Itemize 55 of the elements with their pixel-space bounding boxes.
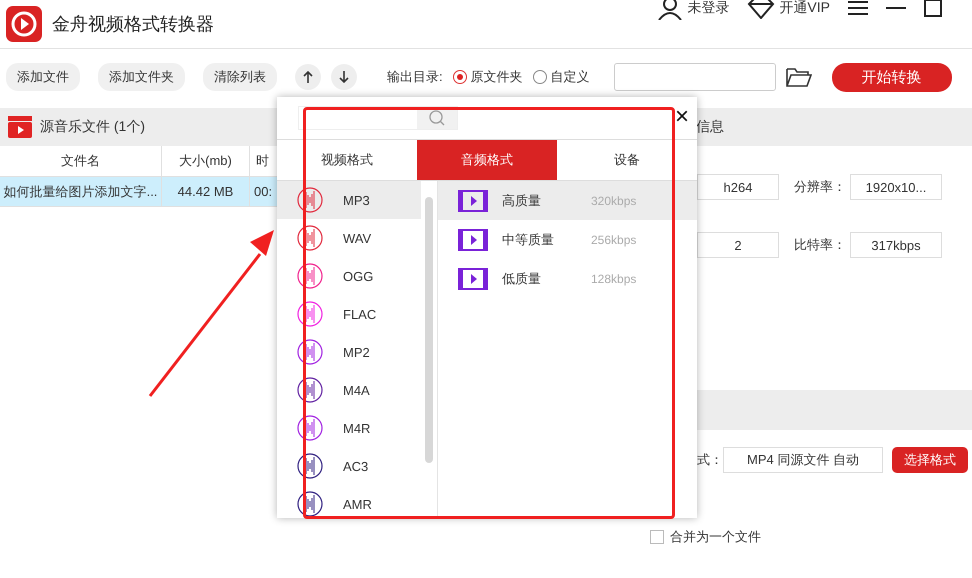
login-link[interactable]: 未登录 xyxy=(687,0,730,17)
format-tab[interactable]: 音频格式 xyxy=(417,140,557,180)
field-label: 比特率： xyxy=(794,236,846,254)
quality-item[interactable]: 高质量 320kbps xyxy=(438,181,697,220)
scrollbar[interactable] xyxy=(425,197,433,463)
start-button[interactable]: 开始转换 xyxy=(832,62,952,92)
radio-label: 自定义 xyxy=(550,68,590,86)
move-down-button[interactable] xyxy=(331,64,357,90)
info-field: 1920x10... xyxy=(850,174,942,200)
quality-name: 高质量 xyxy=(502,192,542,210)
vip-link[interactable]: 开通VIP xyxy=(779,0,830,17)
search-icon[interactable] xyxy=(429,110,445,126)
toolbar-button[interactable]: 添加文件 xyxy=(6,63,80,91)
choose-format-button[interactable]: 选择格式 xyxy=(892,447,968,473)
menu-icon[interactable] xyxy=(848,0,868,16)
move-up-button[interactable] xyxy=(295,64,321,90)
folder-icon[interactable] xyxy=(786,67,812,87)
table-cell: 44.42 MB xyxy=(162,177,250,207)
checkbox[interactable] xyxy=(650,530,664,544)
source-title: 源音乐文件 (1个) xyxy=(40,118,145,136)
diamond-icon xyxy=(747,0,776,19)
clapper-icon xyxy=(8,116,32,138)
field-label: 分辨率： xyxy=(794,178,846,196)
radio-button[interactable] xyxy=(532,70,547,84)
radio-label: 原文件夹 xyxy=(470,68,523,86)
info-field: 317kbps xyxy=(850,232,942,258)
search-field[interactable] xyxy=(298,106,458,130)
quality-name: 中等质量 xyxy=(502,230,555,248)
path-field[interactable] xyxy=(614,63,776,91)
info-title: 信息 xyxy=(696,118,724,136)
maximize-icon[interactable] xyxy=(924,0,942,17)
film-icon xyxy=(458,228,488,250)
user-icon xyxy=(657,0,684,20)
arrow-down-icon xyxy=(339,71,349,83)
field-label: 式： xyxy=(697,451,723,469)
table-cell: 如何批量给图片添加文字... xyxy=(0,177,162,207)
bitrate-label: 256kbps xyxy=(591,232,636,246)
format-item[interactable]: MP3 xyxy=(277,181,421,219)
close-button[interactable]: × xyxy=(674,105,689,129)
info-field: 2 xyxy=(697,232,779,258)
minimize-icon[interactable] xyxy=(886,6,906,10)
toolbar-button[interactable]: 清除列表 xyxy=(203,63,277,91)
toolbar-button[interactable]: 添加文件夹 xyxy=(98,63,185,91)
arrow-up-icon xyxy=(303,71,313,83)
film-icon xyxy=(458,190,488,212)
output-label: 输出目录: xyxy=(387,68,443,86)
format-field: MP4 同源文件 自动 xyxy=(723,447,883,473)
quality-name: 低质量 xyxy=(502,270,542,288)
app-logo-icon xyxy=(6,6,42,42)
bitrate-label: 128kbps xyxy=(591,272,636,286)
radio-button[interactable] xyxy=(452,70,467,84)
info-field: h264 xyxy=(697,174,779,200)
window-title: 金舟视频格式转换器 xyxy=(52,13,215,36)
checkbox-label: 合并为一个文件 xyxy=(670,528,761,546)
film-icon xyxy=(458,268,488,290)
